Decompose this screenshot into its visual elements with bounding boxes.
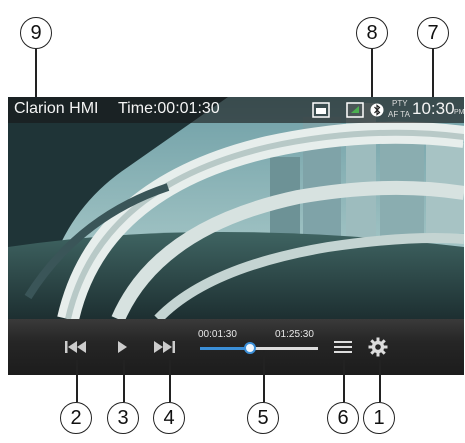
gear-icon bbox=[368, 337, 388, 357]
video-source-icon bbox=[312, 102, 330, 123]
prev-track-icon bbox=[65, 341, 86, 353]
progress-fill bbox=[200, 347, 250, 350]
next-track-button[interactable] bbox=[150, 335, 178, 359]
play-button[interactable] bbox=[108, 335, 136, 359]
app-title: Clarion HMI bbox=[14, 100, 99, 117]
callout-5: 5 bbox=[247, 402, 279, 434]
af-ta-indicator: AF TA bbox=[388, 110, 410, 119]
progress-thumb[interactable] bbox=[243, 342, 256, 354]
playback-time-label: Time:00:01:30 bbox=[118, 100, 220, 117]
callout-7-leader bbox=[432, 49, 434, 97]
list-icon bbox=[334, 341, 352, 353]
status-bar: Clarion HMI Time:00:01:30 PTY AF TA 10:3… bbox=[8, 97, 464, 123]
clock-ampm: PM bbox=[454, 109, 464, 116]
callout-4: 4 bbox=[153, 402, 185, 434]
previous-track-button[interactable] bbox=[62, 335, 90, 359]
total-time: 01:25:30 bbox=[275, 329, 314, 340]
settings-button[interactable] bbox=[365, 334, 391, 360]
media-icon bbox=[346, 102, 364, 123]
callout-1-leader bbox=[379, 360, 381, 402]
video-frame bbox=[8, 97, 464, 319]
clock: 10:30 bbox=[412, 99, 455, 118]
head-unit-screen: Clarion HMI Time:00:01:30 PTY AF TA 10:3… bbox=[8, 97, 464, 375]
callout-9: 9 bbox=[20, 17, 52, 49]
bluetooth-icon bbox=[370, 102, 384, 123]
callout-1: 1 bbox=[363, 402, 395, 434]
pty-indicator: PTY bbox=[392, 99, 408, 108]
callout-2-leader bbox=[76, 360, 78, 402]
callout-7: 7 bbox=[417, 17, 449, 49]
callout-8: 8 bbox=[356, 17, 388, 49]
callout-8-leader bbox=[371, 49, 373, 97]
callout-3: 3 bbox=[107, 402, 139, 434]
callout-6: 6 bbox=[327, 402, 359, 434]
callout-4-leader bbox=[169, 360, 171, 402]
play-icon bbox=[118, 341, 127, 353]
callout-6-leader bbox=[343, 360, 345, 402]
callout-9-leader bbox=[35, 49, 37, 97]
next-track-icon bbox=[154, 341, 175, 353]
callout-2: 2 bbox=[60, 402, 92, 434]
progress-slider[interactable] bbox=[200, 342, 318, 354]
callout-3-leader bbox=[123, 360, 125, 402]
list-button[interactable] bbox=[330, 335, 356, 359]
elapsed-time: 00:01:30 bbox=[198, 329, 237, 340]
callout-5-leader bbox=[263, 350, 265, 402]
